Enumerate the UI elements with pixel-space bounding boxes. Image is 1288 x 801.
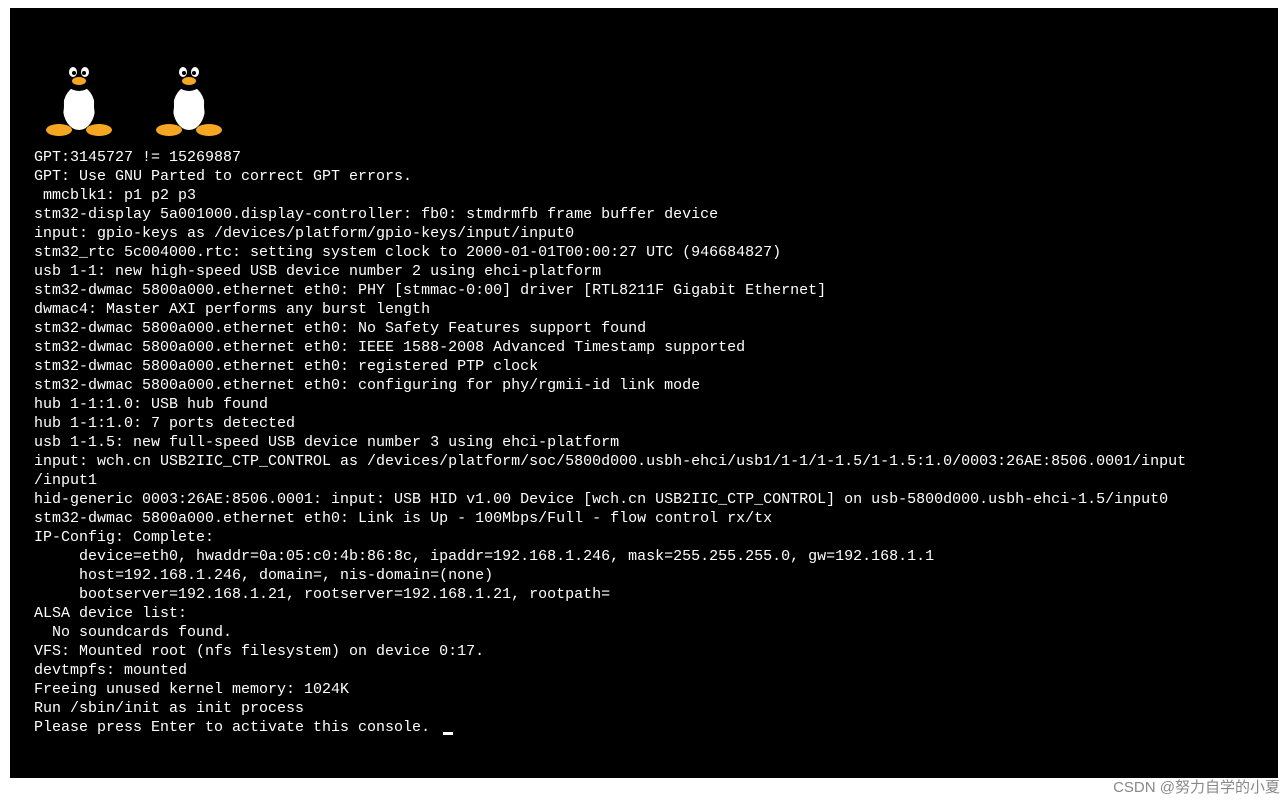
terminal-line: GPT:3145727 != 15269887 [34, 148, 1254, 167]
terminal-line: ALSA device list: [34, 604, 1254, 623]
terminal-line: stm32-dwmac 5800a000.ethernet eth0: Link… [34, 509, 1254, 528]
terminal-line: dwmac4: Master AXI performs any burst le… [34, 300, 1254, 319]
terminal-line: hub 1-1:1.0: USB hub found [34, 395, 1254, 414]
terminal-line: GPT: Use GNU Parted to correct GPT error… [34, 167, 1254, 186]
terminal-line: stm32_rtc 5c004000.rtc: setting system c… [34, 243, 1254, 262]
terminal-line: Freeing unused kernel memory: 1024K [34, 680, 1254, 699]
terminal-line: stm32-display 5a001000.display-controlle… [34, 205, 1254, 224]
terminal-line: stm32-dwmac 5800a000.ethernet eth0: conf… [34, 376, 1254, 395]
tux-logos [44, 50, 1254, 140]
terminal-line: usb 1-1.5: new full-speed USB device num… [34, 433, 1254, 452]
terminal-line: usb 1-1: new high-speed USB device numbe… [34, 262, 1254, 281]
terminal-line: No soundcards found. [34, 623, 1254, 642]
terminal-line: host=192.168.1.246, domain=, nis-domain=… [34, 566, 1254, 585]
terminal-line: VFS: Mounted root (nfs filesystem) on de… [34, 642, 1254, 661]
terminal-line: bootserver=192.168.1.21, rootserver=192.… [34, 585, 1254, 604]
terminal-line: Please press Enter to activate this cons… [34, 718, 1254, 737]
terminal-window[interactable]: GPT:3145727 != 15269887GPT: Use GNU Part… [10, 8, 1278, 778]
terminal-line: input: gpio-keys as /devices/platform/gp… [34, 224, 1254, 243]
terminal-line: device=eth0, hwaddr=0a:05:c0:4b:86:8c, i… [34, 547, 1254, 566]
watermark-text: CSDN @努力自学的小夏 [1113, 776, 1280, 797]
terminal-line: stm32-dwmac 5800a000.ethernet eth0: regi… [34, 357, 1254, 376]
terminal-line: IP-Config: Complete: [34, 528, 1254, 547]
terminal-line: mmcblk1: p1 p2 p3 [34, 186, 1254, 205]
terminal-line: Run /sbin/init as init process [34, 699, 1254, 718]
terminal-line: hub 1-1:1.0: 7 ports detected [34, 414, 1254, 433]
terminal-line: hid-generic 0003:26AE:8506.0001: input: … [34, 490, 1254, 509]
tux-penguin-icon [44, 50, 114, 140]
terminal-line: stm32-dwmac 5800a000.ethernet eth0: PHY … [34, 281, 1254, 300]
terminal-line: stm32-dwmac 5800a000.ethernet eth0: IEEE… [34, 338, 1254, 357]
terminal-line: input: wch.cn USB2IIC_CTP_CONTROL as /de… [34, 452, 1254, 471]
terminal-output: GPT:3145727 != 15269887GPT: Use GNU Part… [34, 148, 1254, 737]
terminal-line: devtmpfs: mounted [34, 661, 1254, 680]
cursor-icon [443, 732, 453, 735]
tux-penguin-icon [154, 50, 224, 140]
terminal-line: /input1 [34, 471, 1254, 490]
terminal-line: stm32-dwmac 5800a000.ethernet eth0: No S… [34, 319, 1254, 338]
